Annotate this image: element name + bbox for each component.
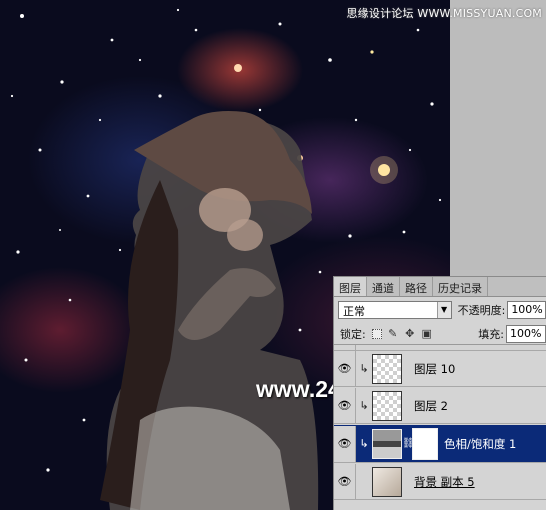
layer-thumbnail-transparent: [372, 390, 402, 421]
tab-history[interactable]: 历史记录: [433, 277, 488, 296]
lock-all-icon[interactable]: ▣: [421, 327, 433, 340]
tab-layers[interactable]: 图层: [334, 277, 367, 296]
layer-row[interactable]: 👁 背景 副本 5: [334, 463, 546, 500]
opacity-label: 不透明度:: [457, 304, 506, 317]
layers-panel: 图层 通道 路径 历史记录 正常 ▼ 不透明度: 100% 锁定: ✎ ✥ ▣ …: [333, 276, 546, 510]
chevron-down-icon[interactable]: ▼: [436, 302, 451, 318]
lock-pixels-brush-icon[interactable]: ✎: [387, 327, 399, 340]
lock-label: 锁定:: [340, 327, 366, 341]
visibility-eye-icon[interactable]: 👁: [334, 463, 356, 500]
layer-name[interactable]: 图层 2: [414, 398, 448, 414]
hue-saturation-icon: [372, 428, 402, 459]
blend-opacity-row: 正常 ▼ 不透明度: 100%: [334, 297, 546, 323]
visibility-eye-icon[interactable]: 👁: [334, 387, 356, 424]
layer-row[interactable]: 👁 ↳ 图层 10: [334, 350, 546, 387]
visibility-eye-icon[interactable]: 👁: [334, 350, 356, 387]
opacity-field[interactable]: 100%: [507, 301, 546, 319]
fill-label: 填充:: [478, 327, 504, 341]
layers-list: 👁 ↳ 图层 10 👁 ↳ 图层 2 👁 ↳ ⛓ 色相/饱和度 1 👁 背景 副…: [334, 345, 546, 510]
blend-mode-value: 正常: [343, 305, 365, 318]
layer-name[interactable]: 图层 10: [414, 361, 455, 377]
clipping-mask-arrow-icon: ↳: [359, 399, 369, 412]
fill-field[interactable]: 100%: [506, 324, 546, 343]
photo-icon: [372, 466, 402, 497]
layer-thumbnail-transparent: [372, 353, 402, 384]
layer-mask-thumbnail[interactable]: [412, 427, 438, 460]
watermark-top-right: 思缘设计论坛 WWW.MISSYUAN.COM: [346, 7, 542, 20]
layer-row-selected[interactable]: 👁 ↳ ⛓ 色相/饱和度 1: [334, 425, 546, 463]
blend-mode-select[interactable]: 正常 ▼: [338, 301, 452, 319]
canvas-gray-background: [450, 0, 546, 270]
visibility-eye-icon[interactable]: 👁: [334, 425, 356, 462]
layer-row[interactable]: 👁 ↳ 图层 2: [334, 387, 546, 424]
clipping-mask-arrow-icon: ↳: [359, 437, 369, 450]
tab-channels[interactable]: 通道: [367, 277, 400, 296]
layer-name[interactable]: 色相/饱和度 1: [444, 436, 516, 452]
lock-transparency-icon[interactable]: [371, 328, 382, 339]
panel-tabs: 图层 通道 路径 历史记录: [334, 277, 546, 297]
clipping-mask-arrow-icon: ↳: [359, 362, 369, 375]
tab-paths[interactable]: 路径: [400, 277, 433, 296]
lock-position-move-icon[interactable]: ✥: [404, 327, 416, 340]
link-chain-icon[interactable]: ⛓: [402, 438, 415, 449]
layer-name[interactable]: 背景 副本 5: [414, 474, 475, 490]
lock-fill-row: 锁定: ✎ ✥ ▣ 填充: 100%: [334, 323, 546, 345]
